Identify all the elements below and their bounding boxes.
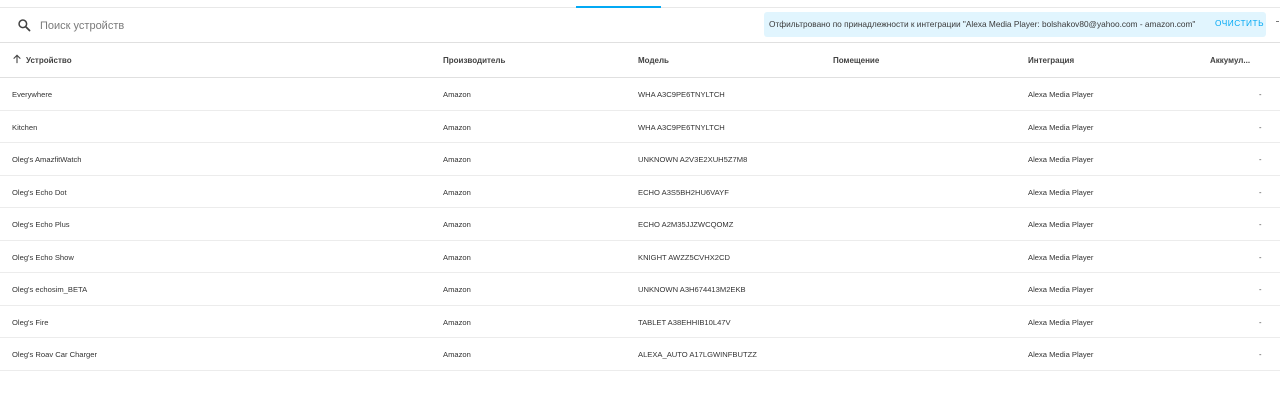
cell-battery: - — [1259, 317, 1262, 327]
cell-integration: Alexa Media Player — [1028, 220, 1094, 229]
search-bar: Отфильтровано по принадлежности к интегр… — [0, 8, 1280, 43]
table-header: Устройство Производитель Модель Помещени… — [0, 43, 1280, 78]
cell-device: Oleg's Echo Show — [12, 252, 74, 262]
cell-model: UNKNOWN A3H674413M2EKB — [638, 285, 746, 294]
cell-device: Oleg's Echo Dot — [12, 187, 67, 197]
cell-device: Oleg's Echo Plus — [12, 220, 70, 229]
cell-battery: - — [1259, 187, 1262, 197]
cell-model: ECHO A2M35JJZWCQOMZ — [638, 220, 734, 229]
table-row[interactable]: Oleg's Roav Car Charger Amazon ALEXA_AUT… — [0, 338, 1280, 371]
devices-table: Устройство Производитель Модель Помещени… — [0, 43, 1280, 371]
cell-model: TABLET A38EHHIB10L47V — [638, 317, 731, 327]
filter-text: Отфильтровано по принадлежности к интегр… — [769, 19, 1196, 29]
cell-device: Oleg's Roav Car Charger — [12, 350, 98, 359]
search-input[interactable] — [38, 15, 442, 37]
cell-manufacturer: Amazon — [443, 252, 471, 262]
cell-integration: Alexa Media Player — [1028, 155, 1094, 164]
cell-model: UNKNOWN A2V3E2XUH5Z7M8 — [638, 155, 748, 164]
cell-manufacturer: Amazon — [443, 220, 471, 229]
cell-battery: - — [1259, 252, 1262, 262]
cell-model: ALEXA_AUTO A17LGWINFBUTZZ — [638, 350, 757, 359]
filter-chip: Отфильтровано по принадлежности к интегр… — [764, 12, 1266, 37]
table-row[interactable]: Oleg's Echo Plus Amazon ECHO A2M35JJZWCQ… — [0, 208, 1280, 241]
cell-device: Kitchen — [12, 122, 38, 132]
cell-model: WHA A3C9PE6TNYLTCH — [638, 122, 725, 132]
cell-manufacturer: Amazon — [443, 350, 471, 359]
column-header-device[interactable]: Устройство — [26, 56, 72, 65]
cell-integration: Alexa Media Player — [1028, 317, 1094, 327]
cell-integration: Alexa Media Player — [1028, 350, 1094, 359]
arrow-up-icon[interactable] — [12, 54, 22, 64]
cell-manufacturer: Amazon — [443, 285, 471, 294]
cell-model: ECHO A3S5BH2HU6VAYF — [638, 187, 729, 197]
column-header-manufacturer[interactable]: Производитель — [443, 56, 505, 65]
cell-battery: - — [1259, 350, 1262, 359]
column-header-battery[interactable]: Аккумул... — [1210, 56, 1250, 65]
cell-device: Oleg's Fire — [12, 317, 49, 327]
cell-device: Oleg's AmazfitWatch — [12, 155, 82, 164]
cell-battery: - — [1259, 155, 1262, 164]
table-row[interactable]: Oleg's Fire Amazon TABLET A38EHHIB10L47V… — [0, 306, 1280, 338]
clear-filter-button[interactable]: ОЧИСТИТЬ — [1215, 18, 1264, 28]
cell-manufacturer: Amazon — [443, 155, 471, 164]
column-header-room[interactable]: Помещение — [833, 56, 879, 65]
table-row[interactable]: Kitchen Amazon WHA A3C9PE6TNYLTCH Alexa … — [0, 111, 1280, 143]
cell-integration: Alexa Media Player — [1028, 252, 1094, 262]
cell-device: Everywhere — [12, 90, 53, 99]
cell-battery: - — [1259, 122, 1262, 132]
cell-integration: Alexa Media Player — [1028, 187, 1094, 197]
table-row[interactable]: Oleg's Echo Show Amazon KNIGHT AWZZ5CVHX… — [0, 241, 1280, 273]
cell-manufacturer: Amazon — [443, 90, 471, 99]
cell-manufacturer: Amazon — [443, 187, 471, 197]
overflow-edge-mark — [1276, 21, 1279, 22]
cell-integration: Alexa Media Player — [1028, 122, 1094, 132]
cell-model: WHA A3C9PE6TNYLTCH — [638, 90, 725, 99]
table-row[interactable]: Oleg's Echo Dot Amazon ECHO A3S5BH2HU6VA… — [0, 176, 1280, 208]
search-icon — [18, 19, 31, 32]
table-row[interactable]: Oleg's echosim_BETA Amazon UNKNOWN A3H67… — [0, 273, 1280, 306]
cell-manufacturer: Amazon — [443, 122, 471, 132]
cell-manufacturer: Amazon — [443, 317, 471, 327]
column-header-model[interactable]: Модель — [638, 56, 669, 65]
cell-battery: - — [1259, 90, 1262, 99]
table-row[interactable]: Oleg's AmazfitWatch Amazon UNKNOWN A2V3E… — [0, 143, 1280, 176]
cell-integration: Alexa Media Player — [1028, 285, 1094, 294]
cell-integration: Alexa Media Player — [1028, 90, 1094, 99]
cell-model: KNIGHT AWZZ5CVHX2CD — [638, 252, 730, 262]
cell-battery: - — [1259, 285, 1262, 294]
column-header-integration[interactable]: Интеграция — [1028, 56, 1074, 65]
cell-battery: - — [1259, 220, 1262, 229]
table-row[interactable]: Everywhere Amazon WHA A3C9PE6TNYLTCH Ale… — [0, 78, 1280, 111]
cell-device: Oleg's echosim_BETA — [12, 285, 88, 294]
